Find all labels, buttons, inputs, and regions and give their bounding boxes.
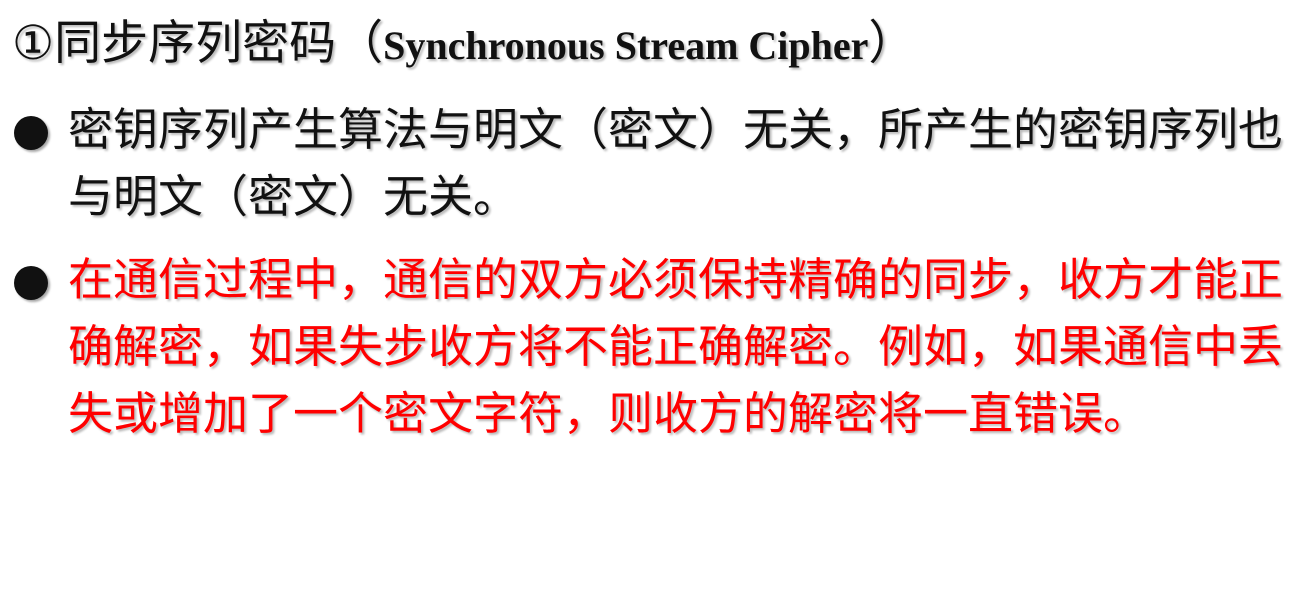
title-prefix: ①同步序列密码（ xyxy=(12,16,384,71)
bullet-dot-icon xyxy=(14,116,48,150)
title-english-term: Synchronous Stream Cipher xyxy=(383,23,869,68)
bullet-text-2: 在通信过程中，通信的双方必须保持精确的同步，收方才能正确解密，如果失步收方将不能… xyxy=(68,253,1284,440)
bullet-dot-icon xyxy=(14,266,48,300)
title-suffix: ） xyxy=(868,16,916,71)
bullet-text-1: 密钥序列产生算法与明文（密文）无关，所产生的密钥序列也与明文（密文）无关。 xyxy=(68,103,1284,223)
slide-title: ①同步序列密码（Synchronous Stream Cipher） xyxy=(12,14,915,76)
bullet-item-2: 在通信过程中，通信的双方必须保持精确的同步，收方才能正确解密，如果失步收方将不能… xyxy=(12,246,1307,447)
bullet-item-1: 密钥序列产生算法与明文（密文）无关，所产生的密钥序列也与明文（密文）无关。 xyxy=(12,96,1307,230)
slide: ①同步序列密码（Synchronous Stream Cipher） 密钥序列产… xyxy=(0,0,1313,610)
